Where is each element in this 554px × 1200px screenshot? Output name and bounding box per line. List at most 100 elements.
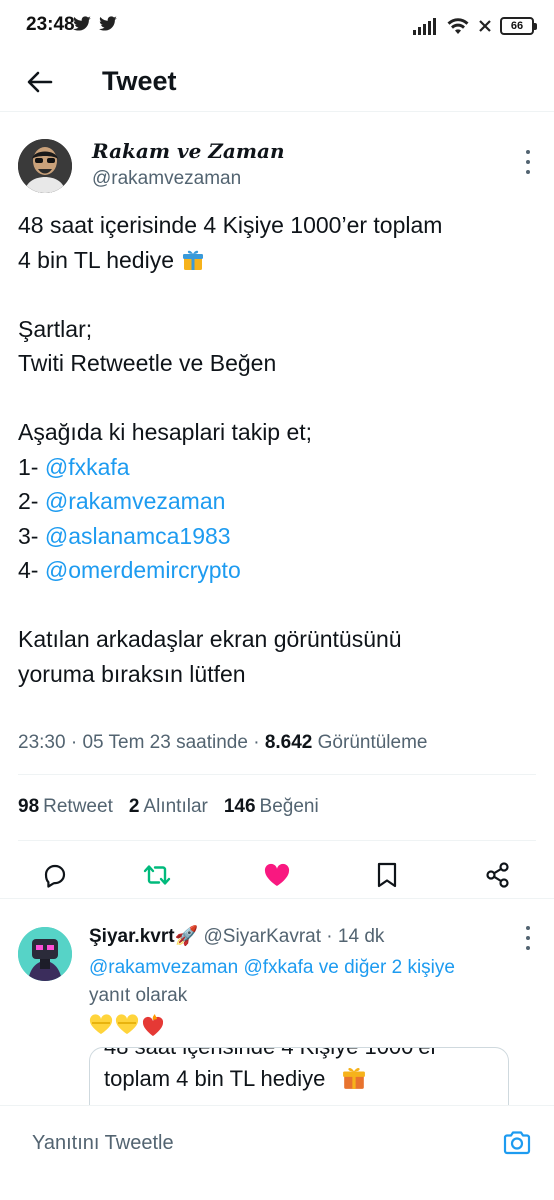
retweets-count: 98: [18, 796, 40, 817]
wifi-icon: [447, 18, 469, 34]
bookmark-button[interactable]: [372, 860, 402, 890]
tweet-text: 48 saat içerisinde 4 Kişiye 1000’er topl…: [18, 208, 538, 691]
heart-on-fire-icon: [142, 1014, 164, 1036]
tweet-actions: [0, 852, 554, 898]
mention-connector[interactable]: ve: [319, 957, 339, 978]
quoted-text-partial: 48 saat içerisinde 4 Kişiye 1000’er: [104, 1048, 438, 1060]
tweet-meta: 23:30 · 05 Tem 23 saatinde · 8.642 Görün…: [18, 732, 428, 753]
tweet-line: 48 saat içerisinde 4 Kişiye 1000’er topl…: [18, 212, 443, 238]
quotes-stat[interactable]: 2 Alıntılar: [129, 796, 208, 818]
heart-hands-icon: [89, 1014, 113, 1034]
likes-count: 146: [223, 796, 256, 817]
battery-indicator: 66: [500, 17, 537, 35]
retweets-stat[interactable]: 98 Retweet: [18, 796, 113, 818]
tweet-line: Twiti Retweetle ve Beğen: [18, 350, 277, 376]
retweet-button[interactable]: [142, 860, 172, 890]
reply-more-button[interactable]: [524, 926, 532, 950]
divider: [18, 774, 536, 775]
tweet-line-text: 4 bin TL hediye: [18, 246, 175, 273]
mention-link[interactable]: @fxkafa: [45, 454, 130, 480]
quotes-count: 2: [128, 796, 140, 817]
list-item: 4- @omerdemircrypto: [18, 553, 538, 588]
bookmark-icon: [377, 862, 397, 888]
quoted-text: toplam 4 bin TL hediye: [104, 1066, 366, 1092]
tweet-stats: 98 Retweet 2 Alıntılar 146 Beğeni: [18, 796, 319, 818]
more-dot-icon: [526, 946, 530, 950]
share-button[interactable]: [483, 860, 513, 890]
author-handle[interactable]: @rakamvezaman: [92, 168, 241, 190]
list-item: 1- @fxkafa: [18, 450, 538, 485]
status-system-icons: 66: [412, 14, 537, 38]
mention-link[interactable]: @rakamvezaman: [89, 957, 238, 978]
status-time: 23:48: [26, 14, 75, 35]
more-options-button[interactable]: [524, 150, 532, 174]
reply-header: Şiyar.kvrt🚀 @SiyarKavrat · 14 dk: [89, 924, 384, 948]
mention-link[interactable]: @fxkafa: [243, 957, 313, 978]
reply-author-handle[interactable]: @SiyarKavrat: [204, 926, 322, 947]
mention-link[interactable]: @rakamvezaman: [45, 488, 226, 514]
mention-link[interactable]: @omerdemircrypto: [45, 557, 241, 583]
camera-icon: [503, 1131, 531, 1155]
divider: [18, 840, 536, 841]
retweet-icon: [143, 865, 171, 885]
author-avatar[interactable]: [18, 139, 72, 193]
tweet-date[interactable]: 05 Tem 23 saatinde: [82, 732, 248, 753]
mention-link[interactable]: @aslanamca1983: [45, 523, 231, 549]
heart-hands-icon: [115, 1014, 139, 1034]
others-link[interactable]: diğer 2 kişiye: [344, 957, 455, 978]
reply-button[interactable]: [40, 860, 70, 890]
twitter-icon: [99, 16, 117, 31]
more-dot-icon: [526, 150, 530, 154]
list-item: 2- @rakamvezaman: [18, 484, 538, 519]
back-button[interactable]: [22, 64, 58, 100]
gift-icon: [342, 1067, 365, 1089]
list-item: 3- @aslanamca1983: [18, 519, 538, 554]
author-name[interactable]: Rakam ve Zaman: [92, 139, 285, 163]
top-app-bar: Tweet: [0, 52, 554, 112]
retweets-label: Retweet: [43, 796, 113, 817]
x-icon: [479, 20, 491, 32]
list-prefix: 2-: [18, 488, 39, 514]
replying-to: @rakamvezaman @fxkafa ve diğer 2 kişiye …: [89, 954, 529, 1010]
views-count: 8.642: [264, 732, 313, 753]
more-dot-icon: [526, 936, 530, 940]
quotes-label: Alıntılar: [143, 796, 208, 817]
likes-label: Beğeni: [259, 796, 319, 817]
status-bar: 23:48 66: [0, 0, 554, 52]
tweet-line: Şartlar;: [18, 315, 93, 342]
battery-level: 66: [510, 20, 524, 32]
reply-author-name[interactable]: Şiyar.kvrt🚀: [89, 926, 198, 947]
likes-stat[interactable]: 146 Beğeni: [224, 796, 319, 818]
separator: ·: [326, 926, 333, 947]
reply-composer: Yanıtını Tweetle: [0, 1105, 554, 1185]
divider: [0, 898, 554, 899]
list-prefix: 1-: [18, 453, 39, 480]
reply-icon: [44, 864, 66, 888]
reply-avatar[interactable]: [18, 927, 72, 981]
tweet-line: Katılan arkadaşlar ekran görüntüsünü: [18, 626, 402, 652]
more-dot-icon: [526, 170, 530, 174]
page-title: Tweet: [102, 66, 177, 96]
more-dot-icon: [526, 926, 530, 930]
views-label: Görüntüleme: [317, 732, 428, 753]
more-dot-icon: [526, 160, 530, 164]
quoted-text-line: toplam 4 bin TL hediye: [104, 1066, 326, 1091]
tweet-line: yoruma bıraksın lütfen: [18, 660, 246, 687]
camera-button[interactable]: [502, 1128, 532, 1158]
heart-filled-icon: [264, 863, 290, 886]
signal-icon: [413, 18, 436, 35]
share-icon: [486, 862, 509, 888]
gift-icon: [183, 250, 204, 270]
list-prefix: 4-: [18, 557, 39, 583]
reply-input[interactable]: Yanıtını Tweetle: [32, 1132, 174, 1155]
tweet-time[interactable]: 23:30: [18, 732, 66, 753]
twitter-icon: [73, 16, 91, 31]
back-arrow-icon: [27, 71, 53, 93]
reply-time: 14 dk: [337, 926, 385, 947]
avatar-image: [18, 139, 72, 193]
like-button[interactable]: [262, 860, 292, 890]
system-nav-area: [0, 1185, 554, 1200]
list-prefix: 3-: [18, 522, 39, 549]
